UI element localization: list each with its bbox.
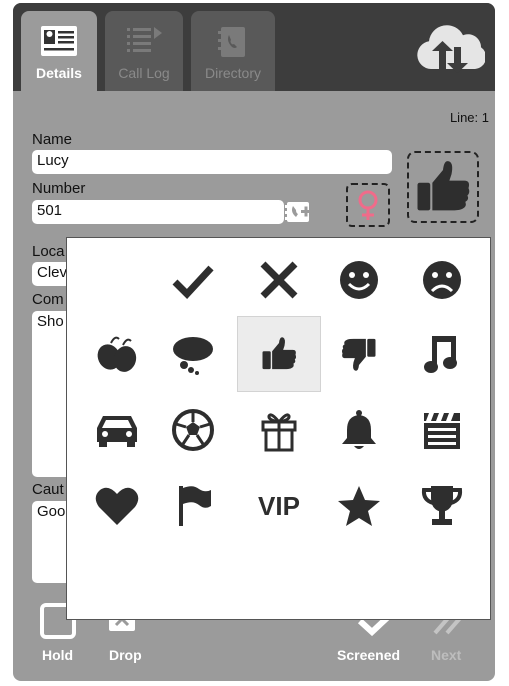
- icon-option-boxing-gloves[interactable]: [75, 316, 159, 392]
- icon-option-thumbs-up[interactable]: [237, 316, 321, 392]
- music-note-icon: [424, 336, 457, 373]
- icon-option-frown[interactable]: [400, 242, 484, 318]
- tab-call-log[interactable]: Call Log: [105, 11, 183, 91]
- caller-icon-selector[interactable]: [407, 151, 479, 223]
- icon-option-check[interactable]: [151, 242, 235, 318]
- vip-icon: VIP: [258, 490, 300, 521]
- location-label: Loca: [32, 243, 65, 260]
- gift-icon: [261, 413, 297, 452]
- tab-directory-label: Directory: [204, 65, 261, 81]
- number-label: Number: [32, 180, 86, 197]
- icon-option-bell[interactable]: [317, 392, 401, 468]
- thumbs-up-icon: [417, 161, 470, 211]
- check-icon: [172, 265, 214, 300]
- icon-option-heart[interactable]: [75, 468, 159, 544]
- flag-icon: [179, 486, 211, 526]
- icon-option-cross[interactable]: [237, 242, 321, 318]
- soccer-ball-icon: [172, 409, 214, 451]
- icon-option-clapperboard[interactable]: [400, 392, 484, 468]
- name-field[interactable]: Lucy: [32, 150, 392, 174]
- drop-label: Drop: [109, 647, 142, 663]
- icon-option-vip[interactable]: VIP: [237, 468, 321, 544]
- star-icon: [338, 486, 380, 526]
- line-indicator: Line: 1: [449, 110, 489, 125]
- icon-option-trophy[interactable]: [400, 468, 484, 544]
- call-list-icon: [125, 25, 163, 60]
- icon-option-gift[interactable]: [237, 392, 321, 468]
- thought-cloud-icon: [173, 337, 213, 375]
- car-icon: [97, 416, 137, 447]
- icon-option-music-note[interactable]: [400, 316, 484, 392]
- caution-label: Caut: [32, 481, 64, 498]
- name-label: Name: [32, 131, 73, 148]
- icon-option-thumbs-down[interactable]: [317, 316, 401, 392]
- icon-option-soccer-ball[interactable]: [151, 392, 235, 468]
- tab-details[interactable]: Details: [21, 11, 97, 91]
- thumbs-up-icon: [262, 337, 297, 370]
- phone-book-icon: [217, 25, 249, 62]
- thumbs-down-icon: [341, 338, 376, 371]
- icon-picker-popup: VIP: [66, 237, 491, 620]
- bell-icon: [342, 410, 376, 449]
- icon-option-thought-cloud[interactable]: [151, 316, 235, 392]
- tab-call-log-label: Call Log: [118, 65, 170, 81]
- hold-label: Hold: [42, 647, 74, 663]
- icon-option-blank[interactable]: [75, 242, 159, 318]
- gender-selector[interactable]: [346, 183, 390, 227]
- frown-icon: [423, 261, 461, 299]
- add-contact-icon[interactable]: [285, 200, 315, 229]
- icon-option-star[interactable]: [317, 468, 401, 544]
- trophy-icon: [421, 486, 463, 525]
- icon-option-flag[interactable]: [151, 468, 235, 544]
- female-icon: [358, 190, 378, 220]
- smile-icon: [340, 261, 378, 299]
- tab-directory[interactable]: Directory: [191, 11, 275, 91]
- tab-details-label: Details: [36, 65, 82, 81]
- contact-card-icon: [40, 25, 78, 60]
- icon-option-smile[interactable]: [317, 242, 401, 318]
- screened-label: Screened: [337, 647, 401, 663]
- number-field[interactable]: 501: [32, 200, 284, 224]
- boxing-gloves-icon: [97, 336, 137, 372]
- heart-icon: [95, 487, 139, 525]
- icon-option-car[interactable]: [75, 392, 159, 468]
- next-label: Next: [431, 647, 462, 663]
- comment-label: Com: [32, 291, 64, 308]
- cross-icon: [260, 261, 298, 299]
- clapperboard-icon: [424, 413, 460, 449]
- cloud-sync-icon[interactable]: [415, 17, 487, 77]
